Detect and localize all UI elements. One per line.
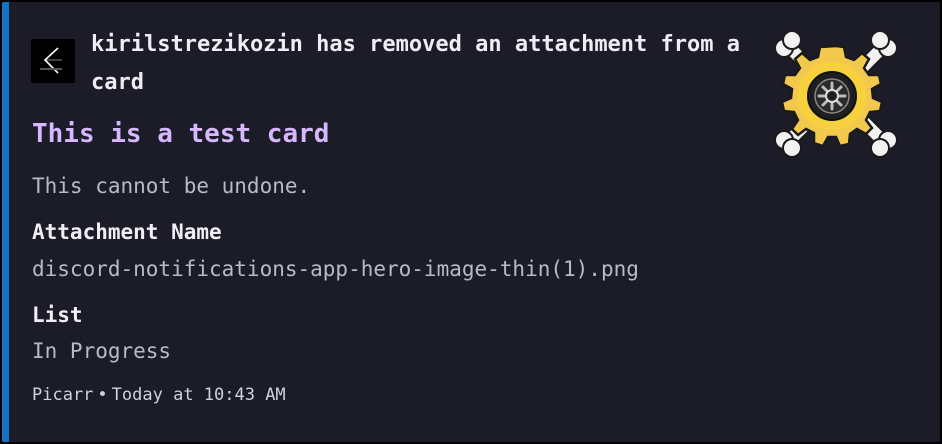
message-embed: kirilstrezikozin has removed an attachme… — [2, 2, 940, 442]
footer-text: Picarr — [32, 385, 94, 405]
field-name-list: List — [32, 303, 83, 327]
footer-separator: • — [97, 385, 108, 405]
embed-title[interactable]: This is a test card — [32, 115, 329, 153]
field-value-list: In Progress — [32, 339, 172, 363]
footer-timestamp: Today at 10:43 AM — [111, 385, 286, 405]
author-avatar[interactable] — [31, 39, 75, 83]
embed-thumbnail[interactable] — [770, 28, 902, 160]
k-logo-icon — [31, 39, 75, 83]
embed-footer: Picarr • Today at 10:43 AM — [32, 380, 286, 410]
author-name[interactable]: kirilstrezikozin has removed an attachme… — [91, 26, 741, 102]
field-value-attachment: discord-notifications-app-hero-image-thi… — [32, 257, 639, 281]
gear-skull-crossbones-icon — [774, 30, 898, 158]
embed-description: This cannot be undone. — [32, 174, 311, 198]
field-name-attachment: Attachment Name — [32, 220, 222, 244]
embed-accent-bar — [2, 2, 9, 442]
